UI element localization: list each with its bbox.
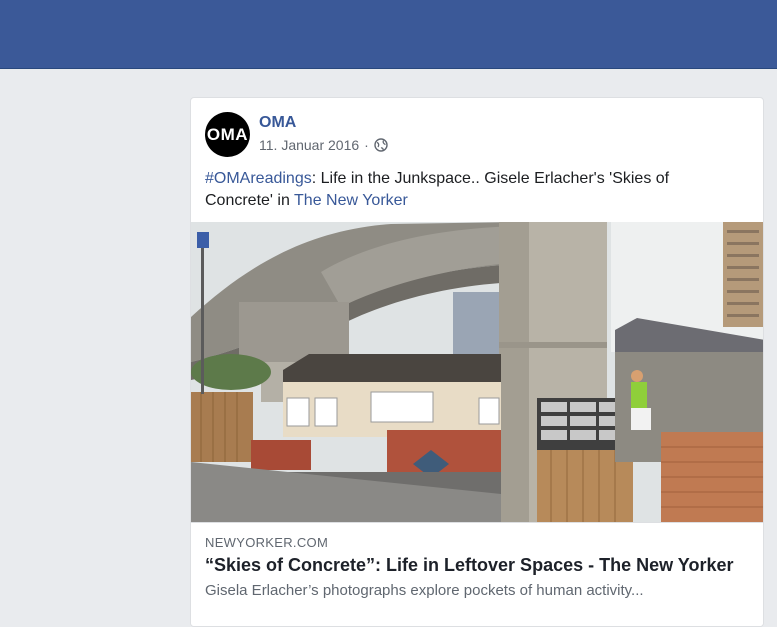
- post-card: OMA OMA 11. Januar 2016 · #OMAreadings: …: [190, 97, 764, 627]
- preview-title[interactable]: “Skies of Concrete”: Life in Leftover Sp…: [205, 555, 734, 576]
- meta-separator: ·: [364, 137, 369, 153]
- post-message: #OMAreadings: Life in the Junkspace.. Gi…: [205, 168, 705, 212]
- page-name-link[interactable]: OMA: [259, 114, 296, 132]
- preview-description: Gisela Erlacher’s photographs explore po…: [205, 582, 644, 599]
- link-preview-box[interactable]: NEWYORKER.COM “Skies of Concrete”: Life …: [191, 522, 763, 626]
- top-navigation-bar: [0, 0, 777, 69]
- link-preview-image[interactable]: [191, 222, 763, 522]
- mention-link[interactable]: The New Yorker: [294, 192, 408, 209]
- avatar-text: OMA: [206, 124, 249, 144]
- hashtag-link[interactable]: #OMAreadings: [205, 170, 312, 187]
- preview-domain: NEWYORKER.COM: [205, 535, 329, 550]
- page-avatar[interactable]: OMA: [205, 112, 250, 157]
- post-date[interactable]: 11. Januar 2016: [259, 137, 359, 153]
- globe-icon[interactable]: [374, 138, 388, 152]
- post-meta: 11. Januar 2016 ·: [259, 137, 388, 153]
